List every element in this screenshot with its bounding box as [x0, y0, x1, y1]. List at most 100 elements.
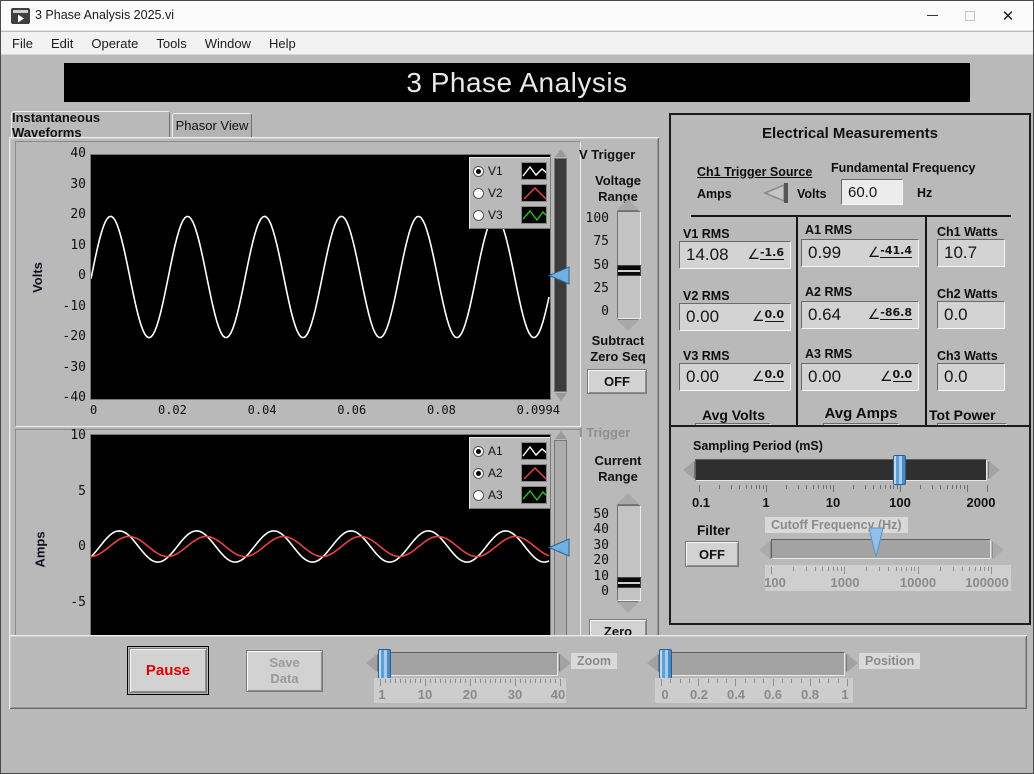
i-trigger-cursor[interactable]: [547, 537, 571, 557]
fundamental-frequency-label: Fundamental Frequency: [831, 161, 976, 175]
voltage-range-handle[interactable]: [617, 265, 641, 276]
v2-radio[interactable]: [473, 187, 484, 199]
a1-label: A1: [488, 444, 503, 458]
menu-file[interactable]: File: [3, 34, 42, 53]
a3-line-sample[interactable]: [521, 486, 547, 504]
slider-left-arrow-icon[interactable]: [759, 541, 770, 559]
separator: [691, 215, 1011, 217]
v2-line-sample[interactable]: [521, 184, 547, 202]
filter-label: Filter: [697, 523, 731, 538]
v2-rms-label: V2 RMS: [683, 289, 730, 303]
menu-operate[interactable]: Operate: [82, 34, 147, 53]
sampling-period-slider[interactable]: [695, 459, 987, 481]
a2-radio[interactable]: [473, 467, 484, 479]
ch3-watts-label: Ch3 Watts: [937, 349, 998, 363]
v1-label: V1: [488, 164, 503, 178]
v1-rms-label: V1 RMS: [683, 227, 730, 241]
slider-right-arrow-icon[interactable]: [989, 461, 1000, 479]
position-ticks: [661, 679, 848, 687]
position-slider-handle[interactable]: [659, 649, 672, 679]
menu-window[interactable]: Window: [196, 34, 260, 53]
v-trigger-title: V Trigger: [579, 147, 636, 162]
slider-decrement-icon[interactable]: [617, 320, 639, 331]
v1-radio[interactable]: [473, 165, 484, 177]
scroll-up-icon[interactable]: [554, 149, 567, 157]
ch3-watts-display: 0.0: [937, 363, 1005, 391]
close-button[interactable]: ✕: [991, 1, 1025, 30]
slider-left-arrow-icon[interactable]: [366, 654, 377, 672]
slider-right-arrow-icon[interactable]: [993, 541, 1004, 559]
v3-rms-display: 0.00 ∠0.0: [679, 363, 791, 391]
save-data-button[interactable]: Save Data: [246, 650, 323, 692]
position-slider[interactable]: [659, 652, 845, 676]
a3-rms-display: 0.00 ∠0.0: [801, 363, 919, 391]
bottom-control-panel: Pause Save Data 1 10 20 30 40 Zoom 0 0.2…: [9, 635, 1027, 709]
pause-button[interactable]: Pause: [127, 646, 209, 695]
app-banner: 3 Phase Analysis: [64, 63, 970, 102]
sampling-period-handle[interactable]: [893, 455, 906, 485]
switch-volts-label: Volts: [797, 187, 827, 201]
menu-tools[interactable]: Tools: [147, 34, 195, 53]
slider-right-arrow-icon[interactable]: [847, 654, 858, 672]
app-banner-title: 3 Phase Analysis: [406, 66, 628, 98]
v1-line-sample[interactable]: [521, 162, 547, 180]
a1-radio[interactable]: [473, 445, 484, 457]
a3-label: A3: [488, 488, 503, 502]
slider-decrement-icon[interactable]: [617, 602, 639, 613]
v3-radio[interactable]: [473, 209, 484, 221]
a1-rms-display: 0.99 ∠-41.4: [801, 239, 919, 267]
menu-help[interactable]: Help: [260, 34, 305, 53]
v1-rms-display: 14.08 ∠-1.6: [679, 241, 791, 269]
i-trigger-title: I Trigger: [579, 425, 631, 440]
zoom-slider[interactable]: [378, 652, 558, 676]
fundamental-frequency-input[interactable]: 60.0: [841, 179, 903, 205]
ch2-watts-label: Ch2 Watts: [937, 287, 998, 301]
scroll-up-icon[interactable]: [554, 431, 567, 439]
cutoff-frequency-handle[interactable]: [867, 527, 885, 559]
switch-amps-label: Amps: [697, 187, 732, 201]
zoom-slider-handle[interactable]: [378, 649, 391, 679]
sampling-panel: Sampling Period (mS) 0.1 1 10 100 2000 F…: [669, 425, 1031, 625]
filter-button[interactable]: OFF: [685, 541, 739, 567]
a1-line-sample[interactable]: [521, 442, 547, 460]
slider-increment-icon[interactable]: [617, 493, 639, 504]
tot-power-label: Tot Power: [929, 407, 996, 423]
title-bar: 3 Phase Analysis 2025.vi ✕: [1, 1, 1033, 31]
a2-label: A2: [488, 466, 503, 480]
zoom-label: Zoom: [571, 653, 618, 669]
v3-line-sample[interactable]: [521, 206, 547, 224]
ch2-watts-display: 0.0: [937, 301, 1005, 329]
legend-row-a3: A3: [473, 484, 547, 506]
voltage-range-scale: 100 75 50 25 0: [585, 211, 609, 319]
tab-phasor-view[interactable]: Phasor View: [172, 113, 252, 138]
v-trigger-panel: V Trigger Voltage Range 100 75 50 25 0 Sub…: [575, 145, 661, 421]
slider-increment-icon[interactable]: [617, 199, 639, 210]
electrical-measurements-panel: Electrical Measurements Ch1 Trigger Sour…: [669, 113, 1031, 471]
save-data-button-label: Save Data: [269, 654, 300, 686]
menu-bar: File Edit Operate Tools Window Help: [1, 32, 1033, 55]
position-label: Position: [859, 653, 921, 669]
hz-unit-label: Hz: [917, 186, 933, 200]
menu-edit[interactable]: Edit: [42, 34, 82, 53]
legend-row-a1: A1: [473, 440, 547, 462]
cutoff-scale-strip: 100 1000 10000 100000: [764, 565, 1011, 591]
minimize-button[interactable]: [915, 1, 949, 30]
current-range-handle[interactable]: [617, 577, 641, 588]
maximize-button[interactable]: [953, 1, 987, 30]
a2-line-sample[interactable]: [521, 464, 547, 482]
slider-left-arrow-icon[interactable]: [683, 461, 694, 479]
trigger-source-switch[interactable]: [759, 181, 793, 205]
tab-instantaneous-waveforms[interactable]: Instantaneous Waveforms: [11, 110, 170, 140]
a3-radio[interactable]: [473, 489, 484, 501]
tab-phasor-label: Phasor View: [175, 118, 249, 133]
slider-left-arrow-icon[interactable]: [647, 654, 658, 672]
slider-right-arrow-icon[interactable]: [560, 654, 571, 672]
current-range-scale: 50 40 30 20 10 0: [593, 507, 609, 599]
window-title: 3 Phase Analysis 2025.vi: [35, 8, 174, 22]
sampling-ticks: [699, 485, 988, 493]
zoom-scale-strip: 1 10 20 30 40: [374, 678, 566, 703]
v-trigger-cursor[interactable]: [547, 265, 571, 285]
scroll-down-icon[interactable]: [554, 393, 567, 401]
subtract-zero-seq-button[interactable]: OFF: [587, 369, 647, 394]
a1-rms-label: A1 RMS: [805, 223, 853, 237]
